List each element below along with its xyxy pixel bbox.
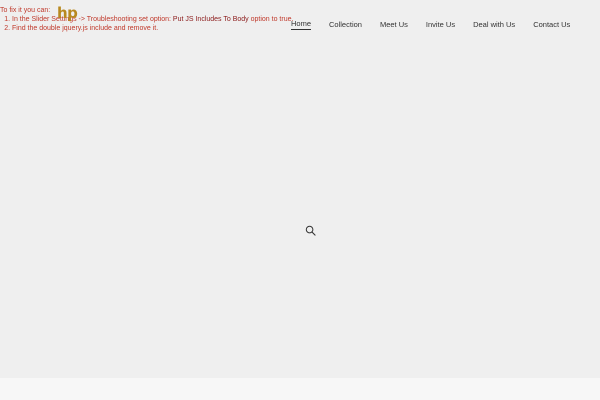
nav-item-meet-us[interactable]: Meet Us <box>380 20 408 30</box>
nav-item-invite-us[interactable]: Invite Us <box>426 20 455 30</box>
nav-item-deal-with-us[interactable]: Deal with Us <box>473 20 515 30</box>
error-steps: In the Slider Settings -> Troubleshootin… <box>0 15 300 33</box>
site-header: To fix it you can: In the Slider Setting… <box>0 0 600 46</box>
site-logo[interactable]: hp <box>57 4 78 22</box>
slider-error-message: To fix it you can: In the Slider Setting… <box>0 6 300 33</box>
search-icon[interactable] <box>305 225 316 236</box>
error-step-1-option: Put JS Includes To Body <box>172 16 249 23</box>
error-step-1: In the Slider Settings -> Troubleshootin… <box>12 15 300 24</box>
main-nav: Home Collection Meet Us Invite Us Deal w… <box>282 19 579 30</box>
page: To fix it you can: In the Slider Setting… <box>0 0 600 400</box>
nav-item-collection[interactable]: Collection <box>329 20 362 30</box>
footer-band <box>0 378 600 400</box>
nav-item-home[interactable]: Home <box>291 19 312 30</box>
error-step-2: Find the double jquery.js include and re… <box>12 24 300 33</box>
error-step-1-prefix: In the Slider Settings -> Troubleshootin… <box>12 16 171 23</box>
nav-item-contact-us[interactable]: Contact Us <box>533 20 570 30</box>
error-title: To fix it you can: <box>0 7 51 14</box>
